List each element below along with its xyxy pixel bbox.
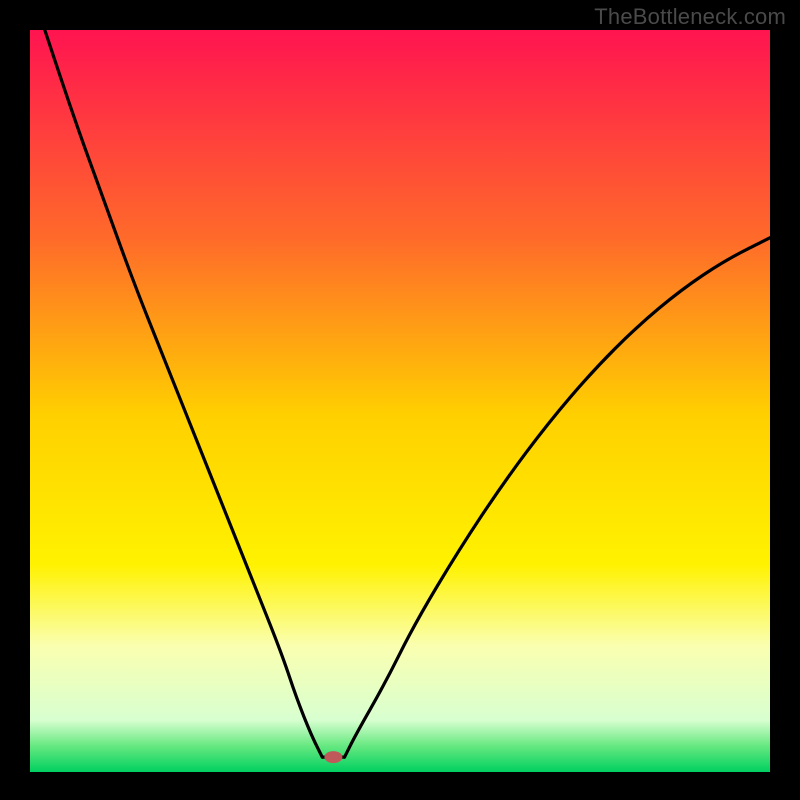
plot-background	[30, 30, 770, 772]
chart-frame: TheBottleneck.com	[0, 0, 800, 800]
bottleneck-chart	[0, 0, 800, 800]
watermark-text: TheBottleneck.com	[594, 4, 786, 30]
optimal-marker	[324, 751, 342, 763]
